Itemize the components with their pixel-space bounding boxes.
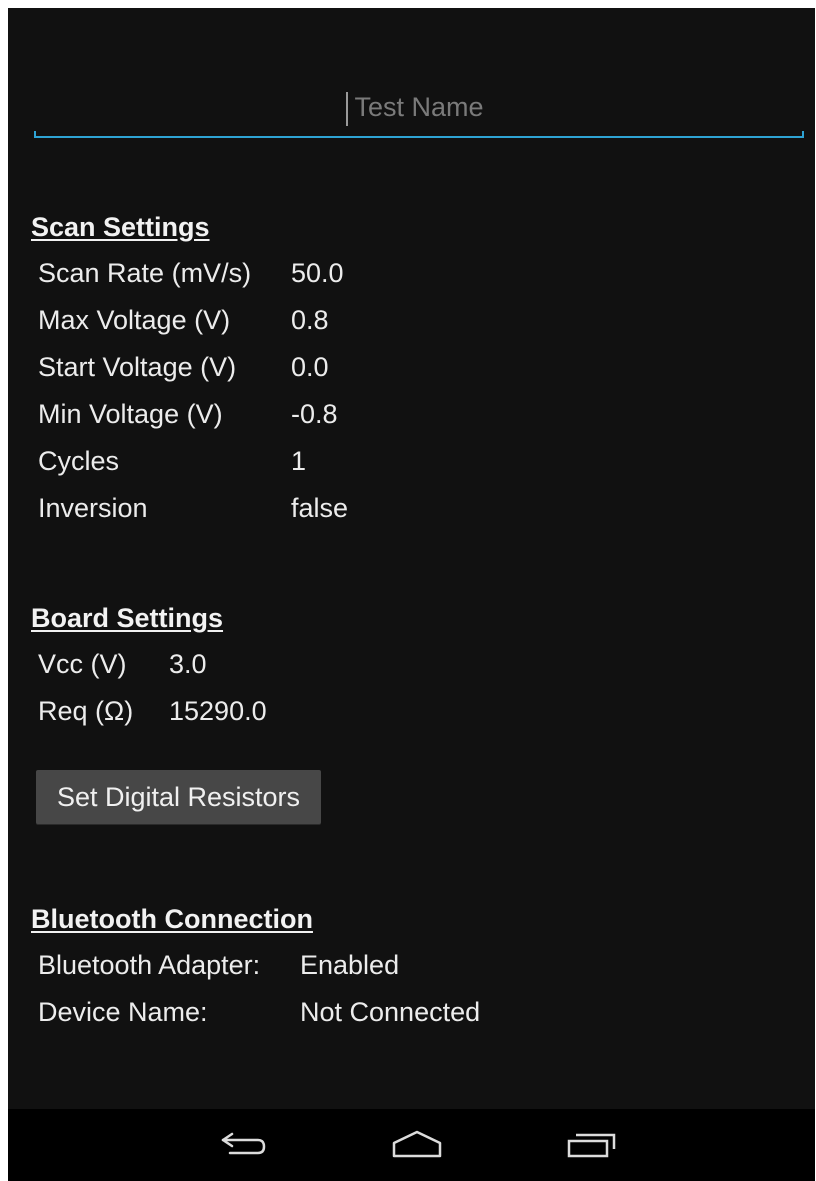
req-value: 15290.0 bbox=[169, 696, 267, 726]
device-name-label: Device Name: bbox=[38, 997, 208, 1027]
cycles-label: Cycles bbox=[38, 446, 120, 476]
text-cursor bbox=[346, 92, 348, 126]
recents-icon[interactable] bbox=[556, 1123, 626, 1167]
app-screen: Test Name Scan Settings Scan Rate (mV/s)… bbox=[8, 8, 815, 1181]
test-name-underline bbox=[34, 131, 804, 138]
board-settings-title: Board Settings bbox=[31, 603, 224, 633]
set-digital-resistors-button[interactable]: Set Digital Resistors bbox=[36, 770, 321, 824]
start-voltage-value: 0.0 bbox=[291, 352, 329, 382]
inversion-value: false bbox=[291, 493, 349, 523]
min-voltage-label: Min Voltage (V) bbox=[38, 399, 223, 429]
scan-rate-label: Scan Rate (mV/s) bbox=[38, 258, 252, 288]
vcc-value: 3.0 bbox=[169, 649, 207, 679]
navigation-bar bbox=[8, 1109, 815, 1181]
req-label: Req (Ω) bbox=[38, 696, 134, 726]
bluetooth-adapter-value: Enabled bbox=[300, 950, 400, 980]
back-icon[interactable] bbox=[208, 1123, 278, 1167]
device-name-value: Not Connected bbox=[300, 997, 481, 1027]
start-voltage-label: Start Voltage (V) bbox=[38, 352, 237, 382]
bluetooth-adapter-label: Bluetooth Adapter: bbox=[38, 950, 261, 980]
max-voltage-label: Max Voltage (V) bbox=[38, 305, 231, 335]
scan-settings-title: Scan Settings bbox=[31, 212, 210, 242]
bluetooth-connection-title: Bluetooth Connection bbox=[31, 904, 313, 934]
cycles-value: 1 bbox=[291, 446, 307, 476]
test-name-placeholder: Test Name bbox=[354, 92, 484, 122]
home-icon[interactable] bbox=[382, 1123, 452, 1167]
vcc-label: Vcc (V) bbox=[38, 649, 127, 679]
inversion-label: Inversion bbox=[38, 493, 148, 523]
max-voltage-value: 0.8 bbox=[291, 305, 329, 335]
test-name-field[interactable]: Test Name bbox=[34, 88, 804, 138]
scan-rate-value: 50.0 bbox=[291, 258, 344, 288]
min-voltage-value: -0.8 bbox=[291, 399, 338, 429]
